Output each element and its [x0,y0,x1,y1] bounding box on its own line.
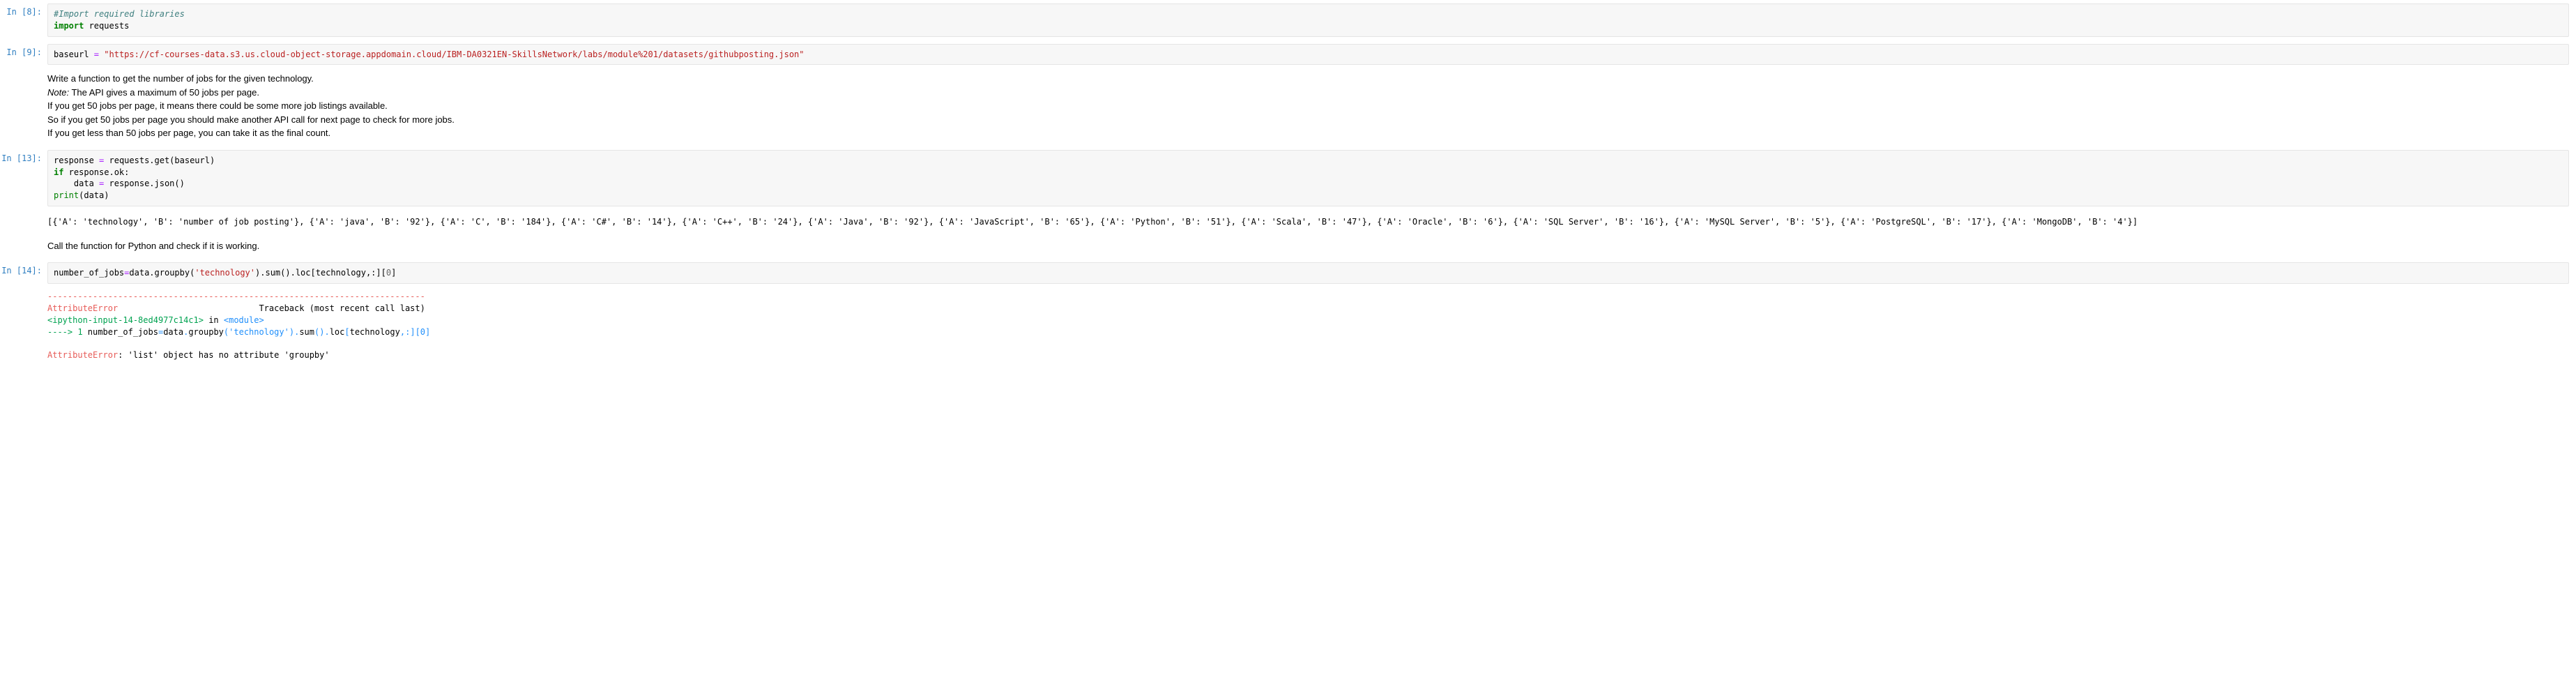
cell-content: baseurl = "https://cf-courses-data.s3.us… [47,44,2576,66]
code-input[interactable]: number_of_jobs=data.groupby('technology'… [47,262,2569,284]
error-output: ----------------------------------------… [47,287,2569,365]
cell-content: Write a function to get the number of jo… [47,66,2576,146]
prompt-label: In [13]: [0,150,47,206]
code-cell-8: In [8]: #Import required libraries impor… [0,3,2576,37]
code-cell-14: In [14]: number_of_jobs=data.groupby('te… [0,262,2576,284]
cell-content: #Import required libraries import reques… [47,3,2576,37]
prompt-empty [0,234,47,259]
markdown-cell-2: Call the function for Python and check i… [0,234,2576,259]
cell-content: ----------------------------------------… [47,287,2576,365]
prompt-empty [0,66,47,146]
output-cell-13: [{'A': 'technology', 'B': 'number of job… [0,212,2576,232]
prompt-empty [0,287,47,365]
prompt-label: In [14]: [0,262,47,284]
markdown-text: Call the function for Python and check i… [47,234,2569,259]
error-cell-14: ----------------------------------------… [0,287,2576,365]
stdout-output: [{'A': 'technology', 'B': 'number of job… [47,212,2569,232]
code-input[interactable]: #Import required libraries import reques… [47,3,2569,37]
prompt-empty [0,212,47,232]
cell-content: response = requests.get(baseurl) if resp… [47,150,2576,206]
code-cell-9: In [9]: baseurl = "https://cf-courses-da… [0,44,2576,66]
cell-content: Call the function for Python and check i… [47,234,2576,259]
markdown-text: Write a function to get the number of jo… [47,66,2569,146]
cell-content: [{'A': 'technology', 'B': 'number of job… [47,212,2576,232]
code-input[interactable]: response = requests.get(baseurl) if resp… [47,150,2569,206]
cell-content: number_of_jobs=data.groupby('technology'… [47,262,2576,284]
code-input[interactable]: baseurl = "https://cf-courses-data.s3.us… [47,44,2569,66]
prompt-label: In [9]: [0,44,47,66]
prompt-label: In [8]: [0,3,47,37]
markdown-cell-1: Write a function to get the number of jo… [0,66,2576,146]
code-cell-13: In [13]: response = requests.get(baseurl… [0,150,2576,206]
